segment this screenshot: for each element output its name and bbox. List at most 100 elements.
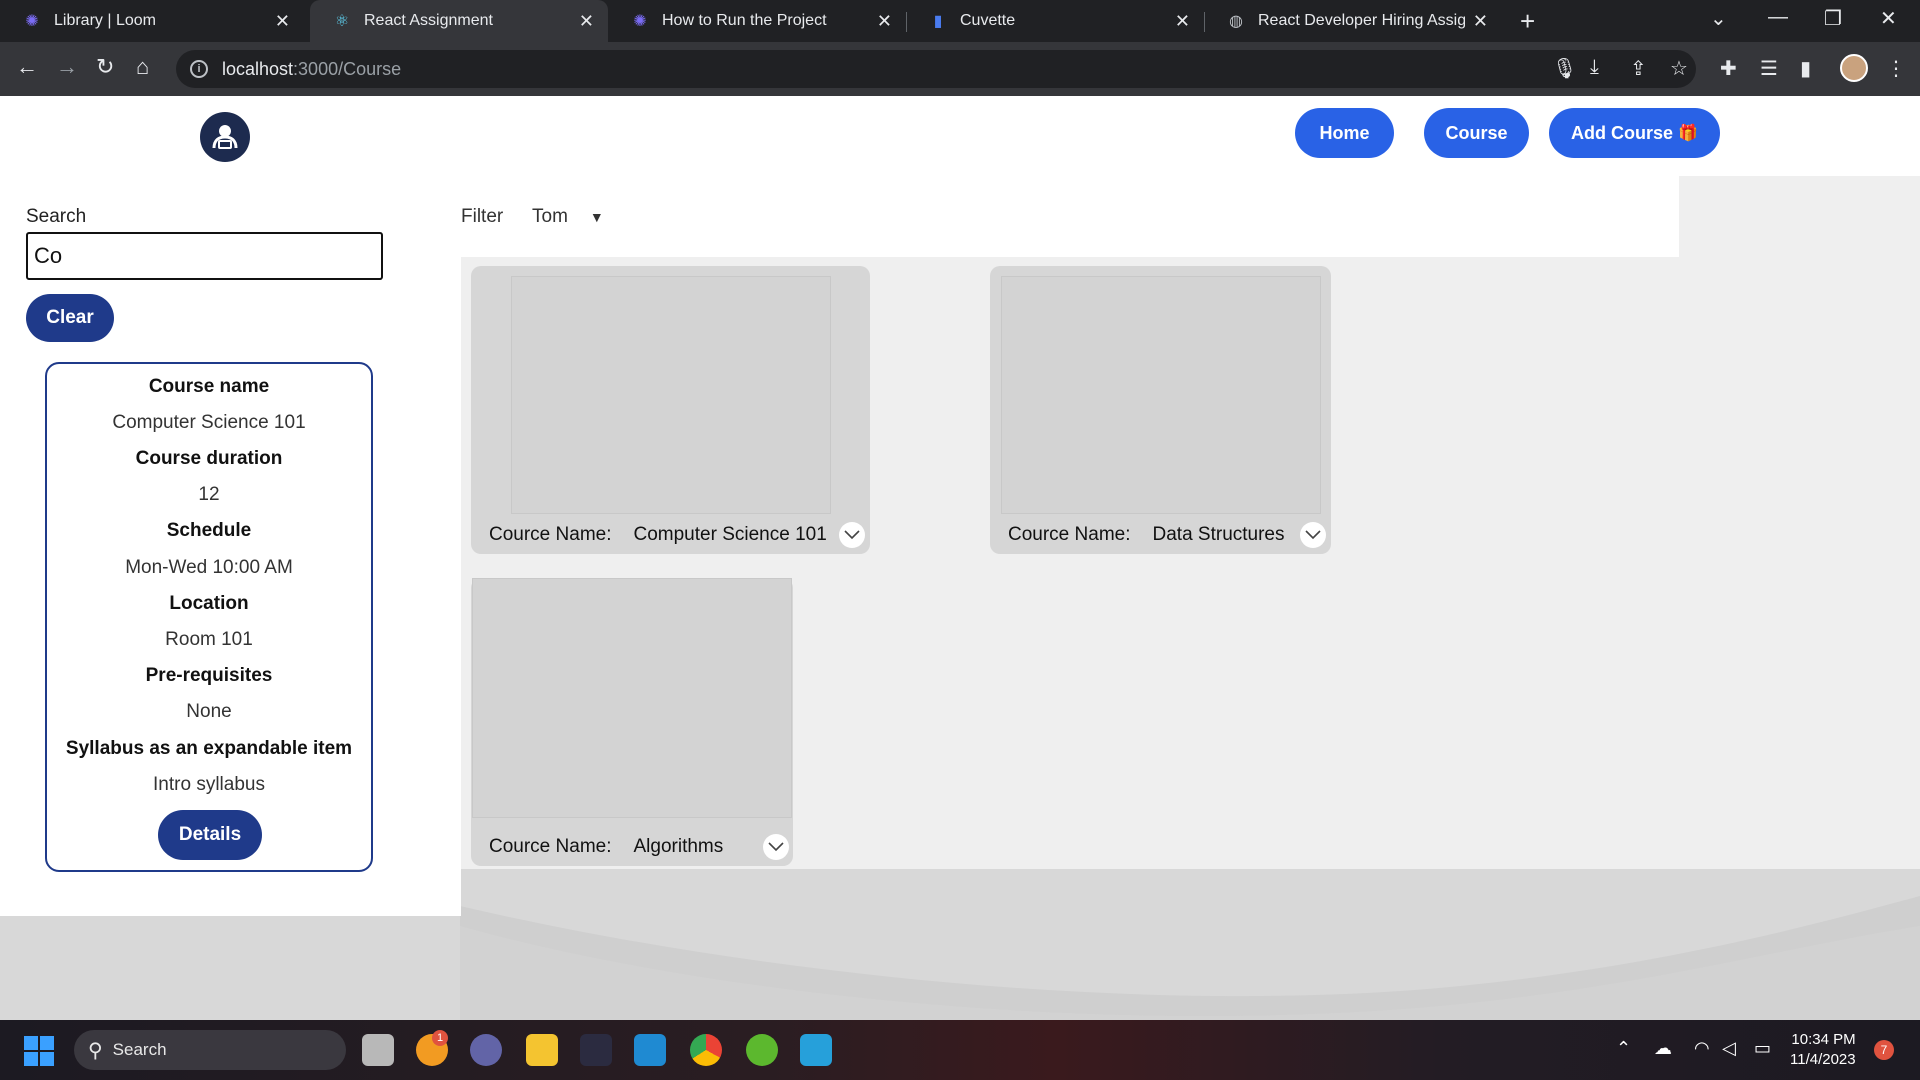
file-explorer-icon[interactable] xyxy=(526,1034,558,1066)
home-icon[interactable]: ⌂ xyxy=(136,54,149,80)
forward-icon[interactable]: → xyxy=(56,54,78,80)
detail-label: Location xyxy=(169,593,249,614)
chevron-down-icon[interactable] xyxy=(839,522,865,548)
wifi-icon[interactable]: ◠ xyxy=(1694,1038,1710,1059)
clear-button[interactable]: Clear xyxy=(26,294,114,342)
close-icon[interactable]: ✕ xyxy=(1175,11,1190,32)
cuvette-icon: ▮ xyxy=(933,13,943,30)
course-caption: Cource Name: Data Structures xyxy=(1008,524,1285,546)
course-thumbnail xyxy=(472,578,792,818)
nav-add-course-button[interactable]: Add Course 🎁 xyxy=(1549,108,1720,158)
extensions-icon[interactable]: ✚ xyxy=(1720,56,1737,81)
bookmark-star-icon[interactable]: ☆ xyxy=(1670,56,1688,81)
tab-library-loom[interactable]: ✺ Library | Loom ✕ xyxy=(0,0,304,42)
filter-select[interactable]: Tom ▼ xyxy=(532,206,604,228)
onedrive-icon[interactable]: ☁ xyxy=(1654,1038,1672,1059)
profile-avatar[interactable] xyxy=(1840,54,1868,82)
vscode-icon[interactable] xyxy=(634,1034,666,1066)
detail-label: Course name xyxy=(148,376,270,397)
tab-title: React Developer Hiring Assignm xyxy=(1258,12,1465,29)
tab-cuvette[interactable]: ▮ Cuvette ✕ xyxy=(906,0,1204,42)
chevron-down-icon[interactable] xyxy=(1300,522,1326,548)
tab-title: How to Run the Project xyxy=(662,12,827,29)
volume-icon[interactable]: ◁ xyxy=(1722,1038,1736,1059)
header-bar: Home Course Add Course 🎁 xyxy=(0,96,1920,176)
task-view-icon[interactable] xyxy=(362,1034,394,1066)
tray-chevron-icon[interactable]: ⌃ xyxy=(1616,1038,1631,1059)
chevron-down-icon: ▼ xyxy=(589,209,604,225)
teams-icon[interactable] xyxy=(470,1034,502,1066)
davinci-icon[interactable] xyxy=(580,1034,612,1066)
os-taskbar: ⚲ Search 1 ⌃ ☁ ◠ ◁ ▭ 10:34 PM 11/4/2023 … xyxy=(0,1020,1920,1080)
reload-icon[interactable]: ↻ xyxy=(96,54,114,80)
notification-badge[interactable]: 7 xyxy=(1874,1040,1894,1060)
media-control-icon[interactable]: ☰ xyxy=(1760,56,1778,81)
background-wave xyxy=(460,896,1920,1020)
course-card[interactable]: Cource Name: Data Structures xyxy=(990,266,1331,554)
close-icon[interactable]: ✕ xyxy=(877,11,892,32)
detail-value: Intro syllabus xyxy=(153,774,265,795)
gift-icon: 🎁 xyxy=(1678,125,1698,142)
url-host: localhost xyxy=(222,58,294,79)
details-button[interactable]: Details xyxy=(158,810,262,860)
back-icon[interactable]: ← xyxy=(16,54,38,80)
windows-start-icon[interactable] xyxy=(24,1036,54,1066)
side-panel-icon[interactable]: ▮ xyxy=(1800,56,1811,81)
react-icon: ⚛ xyxy=(334,13,350,30)
detail-label: Course duration xyxy=(135,448,283,469)
app-badge: 1 xyxy=(432,1030,448,1046)
filter-label: Filter xyxy=(461,206,504,227)
share-icon[interactable]: ⇪ xyxy=(1630,56,1647,81)
microphone-icon[interactable]: 🎙 xyxy=(1552,56,1577,81)
tab-title: Library | Loom xyxy=(54,12,156,29)
course-card[interactable]: Cource Name: Algorithms xyxy=(471,578,793,866)
filter-selected-value: Tom xyxy=(532,206,568,227)
new-tab-icon[interactable]: + xyxy=(1520,6,1535,37)
globe-icon: ◍ xyxy=(1229,13,1243,30)
more-menu-icon[interactable]: ⋮ xyxy=(1886,56,1906,81)
close-icon[interactable]: ✕ xyxy=(579,11,594,32)
web-page: Home Course Add Course 🎁 Search Clear Co… xyxy=(0,96,1920,1020)
window-close-icon[interactable]: ✕ xyxy=(1880,6,1897,31)
detail-label: Schedule xyxy=(166,520,252,541)
spring-tool-icon[interactable] xyxy=(746,1034,778,1066)
tab-title: React Assignment xyxy=(364,12,493,29)
notepad-icon[interactable] xyxy=(800,1034,832,1066)
tab-react-assignment[interactable]: ⚛ React Assignment ✕ xyxy=(310,0,608,42)
minimize-icon[interactable]: — xyxy=(1768,6,1788,29)
detail-value: None xyxy=(186,701,232,722)
site-info-icon[interactable]: i xyxy=(190,60,208,78)
tab-react-developer-hiring[interactable]: ◍ React Developer Hiring Assignm ✕ xyxy=(1204,0,1502,42)
tab-how-to-run[interactable]: ✺ How to Run the Project ✕ xyxy=(608,0,906,42)
url-path: :3000/Course xyxy=(293,58,402,79)
search-icon: ⚲ xyxy=(88,1039,103,1062)
chevron-down-icon[interactable] xyxy=(763,834,789,860)
nav-course-button[interactable]: Course xyxy=(1424,108,1529,158)
filter-bar xyxy=(461,176,1679,257)
restore-icon[interactable]: ❐ xyxy=(1824,6,1842,31)
system-clock[interactable]: 10:34 PM 11/4/2023 xyxy=(1790,1030,1856,1070)
detail-value: Mon-Wed 10:00 AM xyxy=(125,557,293,578)
search-label: Search xyxy=(26,206,87,227)
add-course-label: Add Course xyxy=(1571,122,1674,143)
battery-icon[interactable]: ▭ xyxy=(1754,1038,1771,1059)
detail-value: Computer Science 101 xyxy=(112,412,306,433)
search-input[interactable] xyxy=(26,232,383,280)
course-caption-label: Cource Name: xyxy=(489,836,612,857)
loom-icon: ✺ xyxy=(633,13,647,30)
detail-value: Room 101 xyxy=(165,629,253,650)
install-icon[interactable]: ⤓ xyxy=(1590,56,1599,79)
detail-label: Syllabus as an expandable item xyxy=(65,738,353,759)
course-caption-label: Cource Name: xyxy=(1008,524,1131,545)
close-icon[interactable]: ✕ xyxy=(275,11,290,32)
app-logo-icon[interactable] xyxy=(200,112,250,162)
address-bar[interactable]: i localhost:3000/Course xyxy=(176,50,1696,88)
nav-home-button[interactable]: Home xyxy=(1295,108,1394,158)
clock-time: 10:34 PM xyxy=(1791,1031,1856,1048)
course-name: Data Structures xyxy=(1152,524,1285,545)
close-icon[interactable]: ✕ xyxy=(1473,11,1488,32)
course-card[interactable]: Cource Name: Computer Science 101 xyxy=(471,266,870,554)
tab-search-icon[interactable]: ⌄ xyxy=(1710,6,1727,31)
taskbar-search-box[interactable]: ⚲ Search xyxy=(74,1030,346,1070)
chrome-icon[interactable] xyxy=(690,1034,722,1066)
